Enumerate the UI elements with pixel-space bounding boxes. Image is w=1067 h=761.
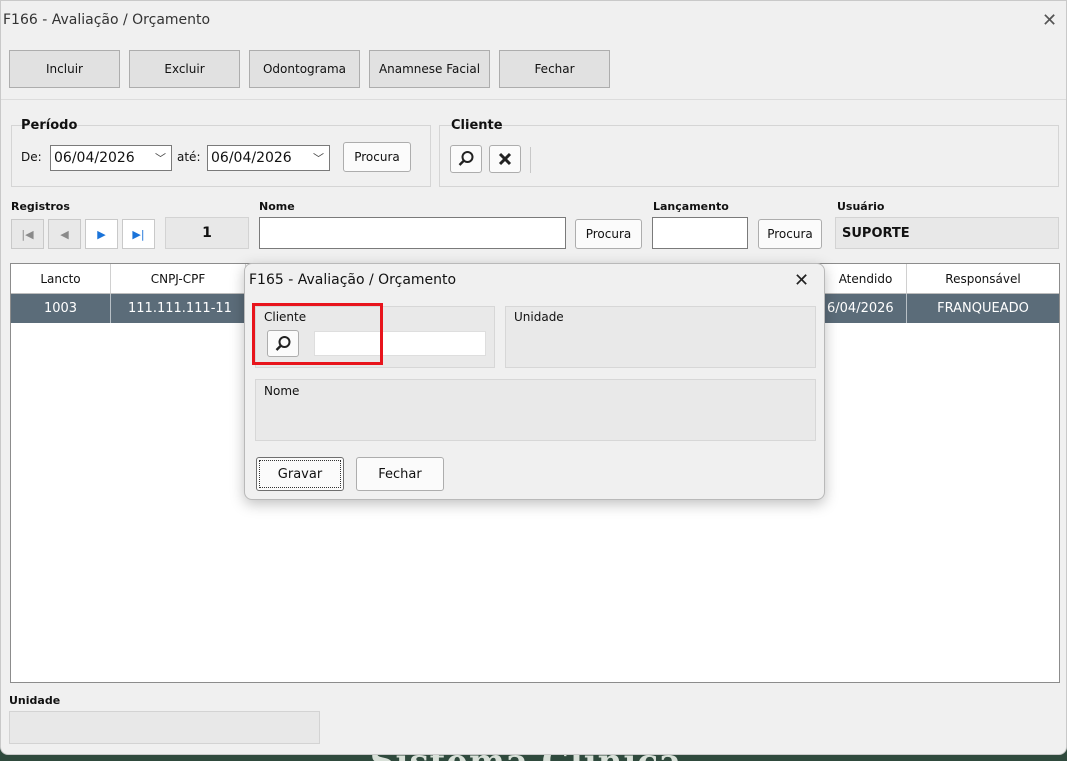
next-record-icon[interactable]: ▶ bbox=[85, 219, 118, 249]
grid-header-responsavel[interactable]: Responsável bbox=[907, 264, 1059, 294]
grid-header-atendido[interactable]: Atendido bbox=[825, 264, 907, 294]
dialog-unit-label: Unidade bbox=[514, 310, 564, 324]
to-date-picker[interactable]: 06/04/2026 ﹀ bbox=[207, 145, 330, 171]
dialog-close-button[interactable]: Fechar bbox=[356, 457, 444, 491]
from-date-picker[interactable]: 06/04/2026 ﹀ bbox=[50, 145, 172, 171]
search-icon bbox=[458, 151, 474, 166]
cell-atendido: 6/04/2026 bbox=[825, 294, 907, 323]
include-button[interactable]: Incluir bbox=[9, 50, 120, 88]
window-title: F166 - Avaliação / Orçamento bbox=[3, 12, 211, 28]
chevron-down-icon: ﹀ bbox=[313, 152, 324, 165]
name-search-button[interactable]: Procura bbox=[575, 219, 642, 249]
close-button[interactable]: Fechar bbox=[499, 50, 610, 88]
name-filter-label: Nome bbox=[259, 200, 295, 213]
chevron-down-icon: ﹀ bbox=[155, 152, 166, 165]
grid-header-lancto[interactable]: Lancto bbox=[11, 264, 111, 294]
from-label: De: bbox=[21, 150, 42, 164]
dialog-name-group bbox=[255, 379, 816, 441]
client-clear-button[interactable] bbox=[489, 145, 521, 173]
period-title: Período bbox=[21, 118, 78, 133]
records-label: Registros bbox=[11, 200, 70, 213]
client-title: Cliente bbox=[451, 118, 503, 133]
records-count: 1 bbox=[165, 217, 249, 249]
from-date-value: 06/04/2026 bbox=[54, 150, 135, 166]
close-icon bbox=[498, 152, 512, 166]
user-value: SUPORTE bbox=[835, 217, 1059, 249]
client-search-button[interactable] bbox=[450, 145, 482, 173]
entry-filter-input[interactable] bbox=[652, 217, 748, 249]
first-record-icon[interactable]: |◀ bbox=[11, 219, 44, 249]
user-label: Usuário bbox=[837, 200, 885, 213]
cell-lancto: 1003 bbox=[11, 294, 111, 323]
dialog-close-icon[interactable]: ✕ bbox=[794, 272, 809, 290]
window-close-icon[interactable]: ✕ bbox=[1042, 12, 1057, 30]
delete-button[interactable]: Excluir bbox=[129, 50, 240, 88]
to-date-value: 06/04/2026 bbox=[211, 150, 292, 166]
client-group bbox=[439, 125, 1059, 187]
entry-search-button[interactable]: Procura bbox=[758, 219, 822, 249]
dialog-title: F165 - Avaliação / Orçamento bbox=[249, 272, 457, 288]
dialog-window: F165 - Avaliação / Orçamento ✕ Cliente U… bbox=[244, 263, 825, 500]
unit-label: Unidade bbox=[9, 694, 61, 707]
grid-header-cnpj-cpf[interactable]: CNPJ-CPF bbox=[111, 264, 246, 294]
client-separator bbox=[530, 147, 531, 173]
dialog-save-button[interactable]: Gravar bbox=[256, 457, 344, 491]
toolbar-divider bbox=[1, 99, 1066, 100]
previous-record-icon[interactable]: ◀ bbox=[48, 219, 81, 249]
dialog-name-label: Nome bbox=[264, 384, 300, 398]
highlight-box bbox=[252, 303, 383, 365]
period-search-button[interactable]: Procura bbox=[343, 142, 411, 172]
facial-anamnesis-button[interactable]: Anamnese Facial bbox=[369, 50, 490, 88]
to-label: até: bbox=[177, 150, 201, 164]
cell-responsavel: FRANQUEADO bbox=[907, 294, 1059, 323]
unit-value bbox=[9, 711, 320, 744]
entry-filter-label: Lançamento bbox=[653, 200, 729, 213]
cell-cnpj-cpf: 111.111.111-11 bbox=[111, 294, 246, 323]
odontogram-button[interactable]: Odontograma bbox=[249, 50, 360, 88]
name-filter-input[interactable] bbox=[259, 217, 566, 249]
last-record-icon[interactable]: ▶| bbox=[122, 219, 155, 249]
